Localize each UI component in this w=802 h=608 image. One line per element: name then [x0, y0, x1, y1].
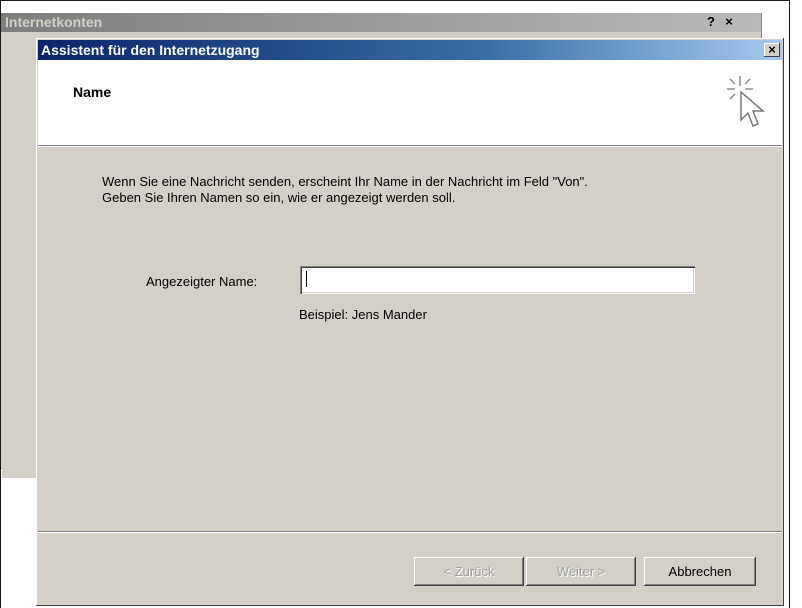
instruction-line-1: Wenn Sie eine Nachricht senden, erschein… — [102, 174, 588, 189]
display-name-input[interactable] — [300, 266, 695, 294]
wizard-instructions: Wenn Sie eine Nachricht senden, erschein… — [102, 174, 752, 206]
cancel-button[interactable]: Abbrechen — [644, 557, 756, 586]
instruction-line-2: Geben Sie Ihren Namen so ein, wie er ang… — [102, 190, 456, 205]
background-window-content — [2, 98, 38, 478]
wizard-header: Name — [38, 60, 782, 147]
internet-accounts-title-bar[interactable]: Internetkonten ? × — [1, 13, 761, 32]
wizard-page-title: Name — [73, 84, 112, 100]
back-button[interactable]: < Zurück — [414, 557, 524, 586]
help-button[interactable]: ? — [704, 15, 718, 29]
screen-frame-top — [0, 0, 790, 1]
example-text: Beispiel: Jens Mander — [299, 307, 427, 322]
text-caret — [306, 271, 307, 287]
internet-accounts-title: Internetkonten — [5, 14, 103, 30]
screen-frame-right — [789, 0, 790, 608]
wizard-title-bar[interactable]: Assistent für den Internetzugang × — [38, 40, 782, 60]
wizard-close-button[interactable]: × — [764, 43, 780, 57]
display-name-label: Angezeigter Name: — [146, 274, 258, 289]
internet-connection-wizard-dialog: Assistent für den Internetzugang × Name … — [36, 38, 784, 606]
background-close-button[interactable]: × — [722, 15, 736, 29]
wizard-title: Assistent für den Internetzugang — [41, 42, 260, 58]
wizard-sparkle-cursor-icon — [727, 76, 766, 127]
next-button[interactable]: Weiter > — [526, 557, 636, 586]
footer-separator-highlight — [38, 532, 782, 533]
